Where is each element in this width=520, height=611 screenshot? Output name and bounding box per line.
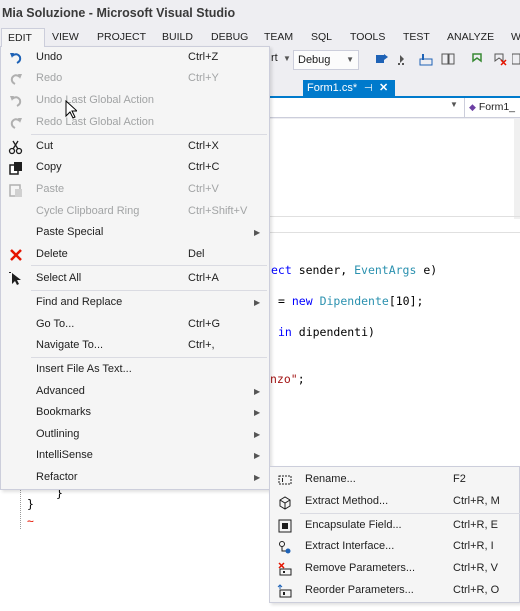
remove-parameters-icon bbox=[277, 561, 293, 577]
menu-separator bbox=[31, 290, 267, 291]
menu-build[interactable]: BUILD bbox=[162, 28, 193, 46]
mouse-cursor-icon bbox=[65, 99, 79, 123]
menu-sql[interactable]: SQL bbox=[311, 28, 332, 46]
menu-item-paste[interactable]: Paste Ctrl+V bbox=[1, 179, 269, 200]
menu-item-outlining[interactable]: Outlining ▶ bbox=[1, 424, 269, 445]
reorder-parameters-icon bbox=[277, 583, 293, 599]
chevron-down-icon: ▼ bbox=[346, 55, 354, 64]
paste-icon bbox=[8, 182, 24, 198]
code-brace: } bbox=[27, 497, 34, 511]
menu-item-paste-special[interactable]: Paste Special ▶ bbox=[1, 222, 269, 243]
select-all-icon bbox=[8, 271, 24, 287]
windows-icon[interactable] bbox=[440, 51, 456, 67]
menu-tools[interactable]: TOOLS bbox=[350, 28, 385, 46]
menu-analyze[interactable]: ANALYZE bbox=[447, 28, 494, 46]
pin-icon[interactable]: ⊣ bbox=[364, 80, 373, 97]
close-icon[interactable]: ✕ bbox=[379, 80, 388, 97]
submenu-arrow-icon: ▶ bbox=[254, 298, 261, 307]
extract-interface-icon bbox=[277, 539, 293, 555]
menu-item-find-and-replace[interactable]: Find and Replace ▶ bbox=[1, 292, 269, 313]
menu-item-undo[interactable]: Undo Ctrl+Z bbox=[1, 47, 269, 68]
cut-icon bbox=[8, 139, 24, 155]
menu-separator bbox=[31, 265, 267, 266]
submenu-arrow-icon: ▶ bbox=[254, 430, 261, 439]
remove-bookmark-icon[interactable] bbox=[492, 51, 508, 67]
attach-process-icon[interactable] bbox=[374, 51, 390, 67]
title-bar: Mia Soluzione - Microsoft Visual Studio bbox=[0, 0, 520, 28]
code-line: = new Dipendente[10]; bbox=[278, 294, 424, 308]
delete-icon bbox=[8, 247, 24, 263]
menu-item-intellisense[interactable]: IntelliSense ▶ bbox=[1, 445, 269, 466]
tab-form1-cs[interactable]: Form1.cs* ⊣ ✕ bbox=[303, 80, 395, 98]
menu-separator bbox=[31, 357, 267, 358]
code-line: ect sender, EventArgs e) bbox=[271, 263, 438, 277]
menu-item-rename[interactable]: Rename... F2 bbox=[270, 469, 519, 490]
menu-project[interactable]: PROJECT bbox=[97, 28, 146, 46]
code-line: nzo"; bbox=[270, 372, 305, 386]
redo-global-icon bbox=[8, 115, 24, 131]
menu-separator bbox=[31, 134, 267, 135]
rename-icon bbox=[277, 472, 293, 488]
extract-method-icon bbox=[277, 494, 293, 510]
window-title: Mia Soluzione - Microsoft Visual Studio bbox=[2, 6, 236, 20]
menu-item-cycle-clipboard-ring[interactable]: Cycle Clipboard Ring Ctrl+Shift+V bbox=[1, 201, 269, 222]
submenu-arrow-icon: ▶ bbox=[254, 387, 261, 396]
refactor-submenu: Rename... F2 Extract Method... Ctrl+R, M… bbox=[269, 466, 520, 603]
menu-item-advanced[interactable]: Advanced ▶ bbox=[1, 381, 269, 402]
menu-item-copy[interactable]: Copy Ctrl+C bbox=[1, 157, 269, 178]
start-button-label[interactable]: rt bbox=[271, 52, 278, 64]
menu-item-refactor[interactable]: Refactor ▶ bbox=[1, 467, 269, 488]
undo-global-icon bbox=[8, 93, 24, 109]
menu-item-delete[interactable]: Delete Del bbox=[1, 244, 269, 265]
menu-item-redo-last-global-action[interactable]: Redo Last Global Action bbox=[1, 112, 269, 133]
menu-item-navigate-to[interactable]: Navigate To... Ctrl+, bbox=[1, 335, 269, 356]
menu-item-bookmarks[interactable]: Bookmarks ▶ bbox=[1, 402, 269, 423]
configuration-combo[interactable]: Debug ▼ bbox=[293, 50, 359, 70]
member-dropdown[interactable]: ◆ Form1_ bbox=[464, 98, 520, 118]
menu-window[interactable]: W bbox=[511, 28, 520, 46]
menu-item-extract-method[interactable]: Extract Method... Ctrl+R, M bbox=[270, 491, 519, 512]
configuration-value: Debug bbox=[298, 54, 331, 66]
add-bookmark-icon[interactable] bbox=[470, 51, 486, 67]
code-line: in dipendenti) bbox=[278, 325, 375, 339]
submenu-arrow-icon: ▶ bbox=[254, 451, 261, 460]
start-dropdown-icon[interactable]: ▼ bbox=[283, 54, 291, 63]
encapsulate-field-icon bbox=[277, 518, 293, 534]
error-squiggle: ~ bbox=[27, 514, 34, 528]
edit-menu: Undo Ctrl+Z Redo Ctrl+Y Undo Last Global… bbox=[0, 46, 270, 490]
redo-icon bbox=[8, 71, 24, 87]
menu-edit[interactable]: EDIT bbox=[1, 28, 45, 47]
menu-item-go-to[interactable]: Go To... Ctrl+G bbox=[1, 314, 269, 335]
undo-icon bbox=[8, 50, 24, 66]
menu-bar: EDIT VIEW PROJECT BUILD DEBUG TEAM SQL T… bbox=[0, 28, 520, 47]
menu-debug[interactable]: DEBUG bbox=[211, 28, 248, 46]
menu-team[interactable]: TEAM bbox=[264, 28, 293, 46]
step-icon[interactable] bbox=[418, 51, 434, 67]
submenu-arrow-icon: ▶ bbox=[254, 473, 261, 482]
menu-item-insert-file-as-text[interactable]: Insert File As Text... bbox=[1, 359, 269, 380]
copy-icon bbox=[8, 160, 24, 176]
find-icon[interactable] bbox=[394, 51, 410, 67]
menu-item-encapsulate-field[interactable]: Encapsulate Field... Ctrl+R, E bbox=[270, 515, 519, 536]
menu-separator bbox=[300, 513, 520, 514]
menu-test[interactable]: TEST bbox=[403, 28, 430, 46]
comment-icon[interactable] bbox=[511, 51, 520, 67]
menu-item-reorder-parameters[interactable]: Reorder Parameters... Ctrl+R, O bbox=[270, 580, 519, 601]
method-icon: ◆ bbox=[469, 102, 476, 112]
menu-item-undo-last-global-action[interactable]: Undo Last Global Action bbox=[1, 90, 269, 111]
method-separator bbox=[270, 232, 520, 233]
submenu-arrow-icon: ▶ bbox=[254, 228, 261, 237]
menu-view[interactable]: VIEW bbox=[52, 28, 79, 46]
chevron-down-icon[interactable]: ▼ bbox=[450, 100, 458, 109]
menu-item-select-all[interactable]: Select All Ctrl+A bbox=[1, 268, 269, 289]
tab-label: Form1.cs* bbox=[307, 82, 358, 94]
member-dropdown-value: Form1_ bbox=[478, 101, 516, 113]
menu-item-redo[interactable]: Redo Ctrl+Y bbox=[1, 68, 269, 89]
method-separator bbox=[270, 216, 520, 217]
editor-scrollbar[interactable] bbox=[514, 119, 520, 219]
menu-item-cut[interactable]: Cut Ctrl+X bbox=[1, 136, 269, 157]
menu-item-remove-parameters[interactable]: Remove Parameters... Ctrl+R, V bbox=[270, 558, 519, 579]
submenu-arrow-icon: ▶ bbox=[254, 408, 261, 417]
menu-item-extract-interface[interactable]: Extract Interface... Ctrl+R, I bbox=[270, 536, 519, 557]
